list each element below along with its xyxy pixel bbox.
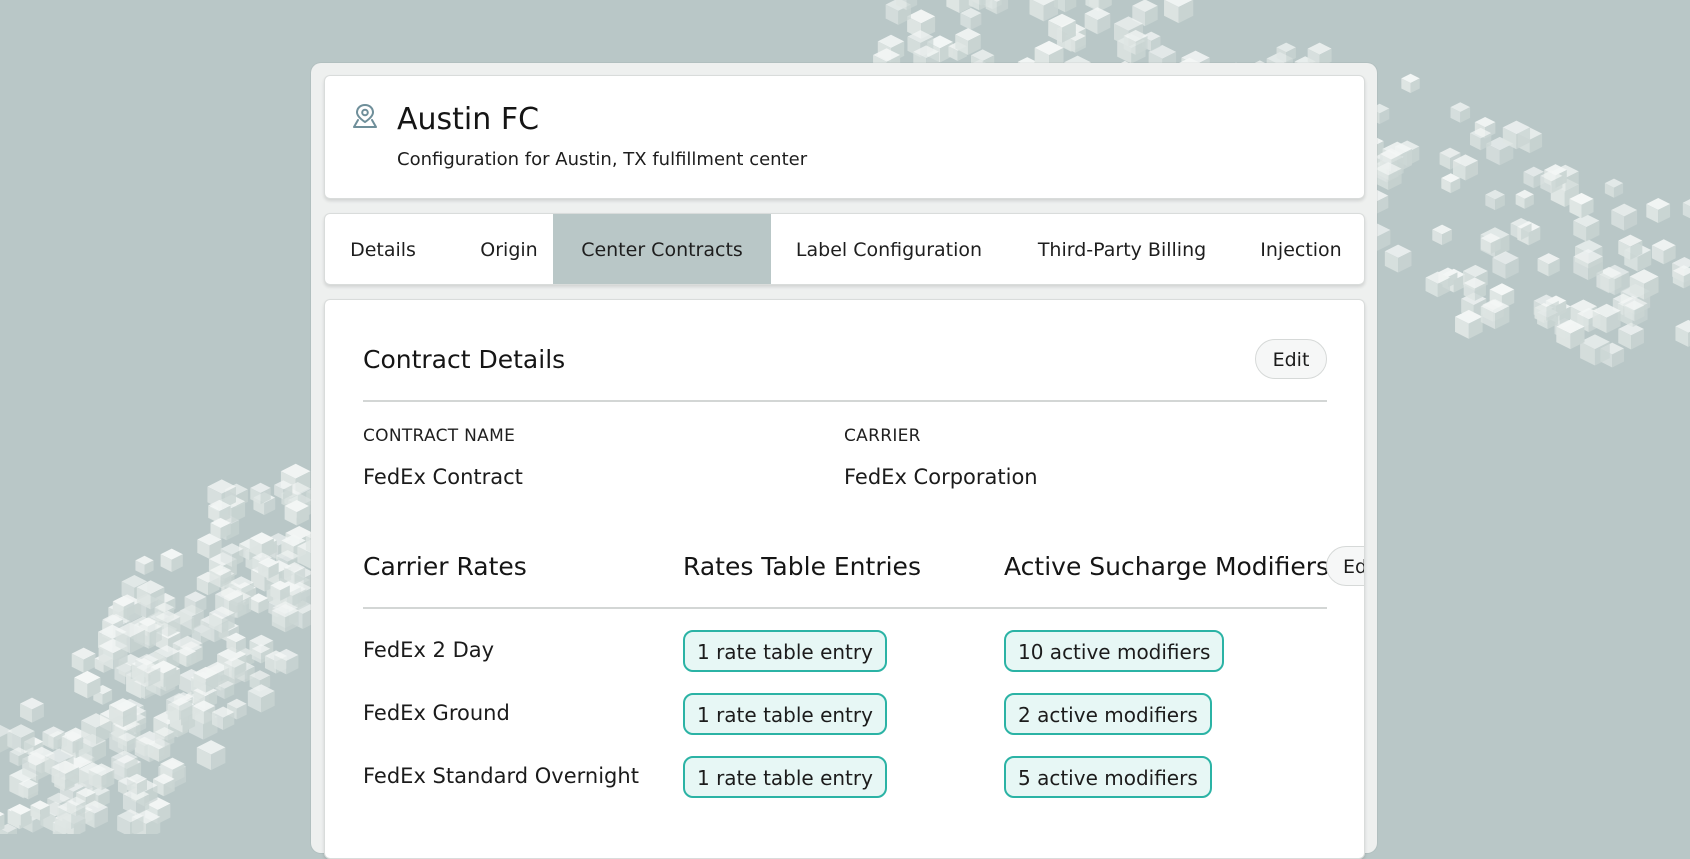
- carrier-label: CARRIER: [844, 425, 921, 447]
- background-cube: [1538, 253, 1560, 276]
- rate-name: FedEx Standard Overnight: [363, 762, 639, 790]
- background-cube: [1485, 190, 1504, 210]
- tab-bar: Details Origin Center Contracts Label Co…: [324, 213, 1365, 285]
- background-cube: [1385, 245, 1412, 273]
- background-cube: [1085, 7, 1111, 34]
- tab-third-party-billing[interactable]: Third-Party Billing: [1007, 214, 1237, 285]
- background-cube: [1401, 74, 1419, 93]
- background-cube: [72, 648, 96, 673]
- tab-details[interactable]: Details: [325, 214, 441, 285]
- contract-details-title: Contract Details: [363, 344, 565, 376]
- active-modifiers-header: Active Sucharge Modifiers: [1004, 551, 1329, 583]
- contract-content: Contract Details Edit CONTRACT NAME FedE…: [324, 299, 1365, 859]
- rate-entries-badge[interactable]: 1 rate table entry: [683, 756, 887, 798]
- background-cube: [248, 684, 275, 712]
- rate-name: FedEx 2 Day: [363, 636, 494, 664]
- rates-table-entries-header: Rates Table Entries: [683, 551, 921, 583]
- edit-contract-button[interactable]: Edit: [1255, 339, 1327, 379]
- background-cube: [161, 549, 183, 572]
- background-cube: [986, 0, 1008, 14]
- background-cube: [960, 8, 981, 30]
- modifiers-badge[interactable]: 2 active modifiers: [1004, 693, 1212, 735]
- modifiers-badge[interactable]: 10 active modifiers: [1004, 630, 1224, 672]
- contract-name-value: FedEx Contract: [363, 463, 523, 491]
- tab-injection[interactable]: Injection: [1237, 214, 1365, 285]
- page-subtitle: Configuration for Austin, TX fulfillment…: [397, 147, 807, 173]
- rate-name: FedEx Ground: [363, 699, 510, 727]
- background-cube: [1451, 102, 1471, 123]
- background-cube: [20, 698, 44, 723]
- background-cube: [1646, 198, 1670, 223]
- rate-entries-badge[interactable]: 1 rate table entry: [683, 693, 887, 735]
- background-cube: [1683, 197, 1690, 220]
- edit-rates-button[interactable]: Edit: [1326, 546, 1365, 586]
- background-cube: [1652, 239, 1676, 264]
- divider: [363, 400, 1327, 402]
- map-pin-icon: [351, 102, 379, 130]
- page-title: Austin FC: [397, 102, 539, 138]
- carrier-value: FedEx Corporation: [844, 463, 1038, 491]
- tab-label-configuration[interactable]: Label Configuration: [771, 214, 1007, 285]
- background-cube: [1611, 204, 1637, 231]
- background-cube: [1618, 323, 1644, 350]
- background-cube: [1573, 214, 1599, 241]
- background-cube: [1516, 190, 1534, 209]
- carrier-rates-header: Carrier Rates: [363, 551, 527, 583]
- background-cube: [135, 556, 153, 575]
- background-cube: [197, 740, 226, 770]
- modifiers-badge[interactable]: 5 active modifiers: [1004, 756, 1212, 798]
- location-header: Austin FC Configuration for Austin, TX f…: [324, 75, 1365, 199]
- rate-entries-badge[interactable]: 1 rate table entry: [683, 630, 887, 672]
- contract-name-label: CONTRACT NAME: [363, 425, 515, 447]
- background-cube: [1675, 320, 1690, 347]
- background-cube: [1164, 0, 1193, 23]
- background-cube: [1605, 179, 1623, 198]
- divider: [363, 607, 1327, 609]
- tab-center-contracts[interactable]: Center Contracts: [553, 214, 771, 285]
- background-cube: [1432, 225, 1452, 246]
